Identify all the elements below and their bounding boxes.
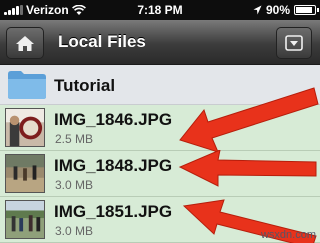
photo-thumbnail [5, 200, 45, 239]
battery-percent: 90% [265, 3, 290, 17]
annotation-arrow [179, 87, 319, 153]
photo-thumbnail [5, 154, 45, 193]
dropdown-menu-icon [285, 35, 303, 51]
status-right: 90% [253, 3, 319, 17]
file-size: 3.0 MB [55, 224, 94, 238]
folder-icon [8, 71, 46, 99]
dropdown-menu-button[interactable] [276, 27, 312, 59]
home-button[interactable] [6, 27, 44, 59]
folder-name: Tutorial [54, 76, 116, 95]
status-bar: Verizon 7:18 PM 90% [0, 0, 320, 20]
watermark: wsxdn.com [260, 229, 316, 241]
file-size: 2.5 MB [55, 132, 94, 146]
annotation-arrow [178, 150, 317, 187]
home-icon [16, 35, 34, 51]
page-title: Local Files [58, 32, 146, 51]
photo-thumbnail [5, 108, 45, 147]
file-name: IMG_1851.JPG [54, 202, 173, 221]
file-name: IMG_1848.JPG [54, 156, 173, 175]
file-name: IMG_1846.JPG [54, 110, 173, 129]
file-size: 3.0 MB [55, 178, 94, 192]
navigation-bar: Local Files [0, 20, 320, 65]
location-arrow-icon [253, 5, 262, 15]
battery-icon [294, 5, 319, 15]
